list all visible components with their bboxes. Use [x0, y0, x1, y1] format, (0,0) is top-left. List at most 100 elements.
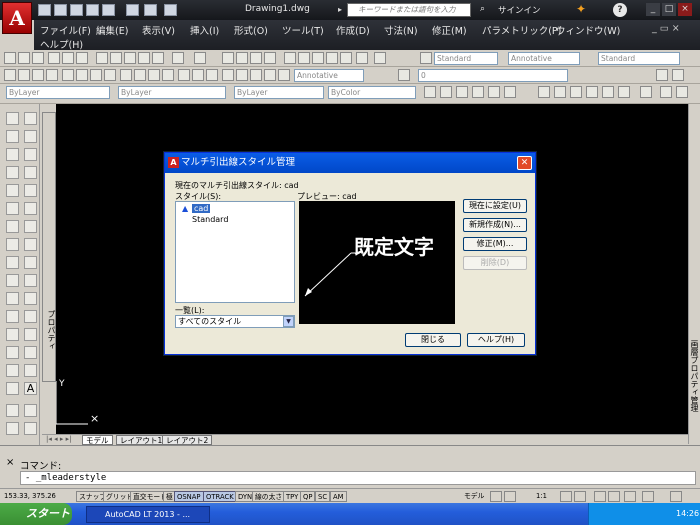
extend-icon[interactable] — [6, 292, 19, 305]
move-icon[interactable] — [424, 86, 436, 98]
properties-icon[interactable] — [284, 52, 296, 64]
block-editor-icon[interactable] — [152, 52, 164, 64]
text-icon[interactable]: A — [24, 382, 37, 395]
array-icon[interactable] — [6, 184, 19, 197]
isolate-objects-icon[interactable] — [642, 491, 654, 502]
snap-none-icon[interactable] — [640, 86, 652, 98]
trim-icon[interactable] — [104, 69, 116, 81]
mleader-style-icon[interactable] — [278, 69, 290, 81]
scale-icon[interactable] — [6, 238, 19, 251]
dim-style-combo[interactable]: Annotative — [508, 52, 580, 65]
break-icon[interactable] — [6, 310, 19, 323]
exchange-icon[interactable]: ✦ — [576, 2, 586, 16]
print-icon[interactable] — [126, 4, 139, 16]
markup-icon[interactable] — [340, 52, 352, 64]
lineweight-combo[interactable]: ByLayer — [234, 86, 324, 99]
tab-nav-arrows[interactable]: |◂ ◂ ▸ ▸| — [46, 435, 71, 443]
list-filter-select[interactable]: すべてのスタイル — [175, 315, 295, 328]
attribute-icon[interactable] — [24, 404, 37, 417]
copy-object-icon[interactable] — [440, 86, 452, 98]
mleader-align-icon[interactable] — [250, 69, 262, 81]
auto-scale-icon[interactable] — [574, 491, 586, 502]
move-icon[interactable] — [6, 202, 19, 215]
status-otrack[interactable]: OTRACK — [203, 491, 237, 502]
center-mark-icon[interactable] — [192, 69, 204, 81]
zoom-previous-icon[interactable] — [264, 52, 276, 64]
text-style-icon[interactable] — [24, 422, 37, 435]
menu-edit[interactable]: 編集(E) — [96, 23, 128, 37]
mleader-collect-icon[interactable] — [264, 69, 276, 81]
modify-style-button[interactable]: 修正(M)... — [463, 237, 527, 251]
color-combo[interactable]: ByLayer — [6, 86, 110, 99]
hatch-icon[interactable] — [24, 328, 37, 341]
join-icon[interactable] — [6, 328, 19, 341]
sheet-set-icon[interactable] — [326, 52, 338, 64]
menu-view[interactable]: 表示(V) — [142, 23, 175, 37]
application-menu-button[interactable]: A — [2, 2, 32, 34]
layer-combo[interactable]: 0 — [418, 69, 568, 82]
mirror-icon[interactable] — [6, 148, 19, 161]
rectangle-icon[interactable] — [24, 184, 37, 197]
plot-icon[interactable] — [102, 4, 115, 16]
mirror-icon[interactable] — [456, 86, 468, 98]
styles-list[interactable]: ▲ cad Standard — [175, 201, 295, 303]
status-lineweight[interactable]: 線の太さ — [252, 491, 286, 502]
point-icon[interactable] — [24, 310, 37, 323]
quick-select-icon[interactable] — [676, 86, 688, 98]
snap-insert-icon[interactable] — [618, 86, 630, 98]
dim-aligned-icon[interactable] — [134, 69, 146, 81]
lock-icon[interactable] — [608, 491, 620, 502]
match-properties-icon[interactable] — [138, 52, 150, 64]
offset-icon[interactable] — [472, 86, 484, 98]
construction-line-icon[interactable] — [24, 130, 37, 143]
zoom-window-icon[interactable] — [250, 52, 262, 64]
start-button[interactable]: スタート — [0, 503, 72, 525]
set-current-button[interactable]: 現在に設定(U) — [463, 199, 527, 213]
command-input[interactable]: - _mleaderstyle — [20, 471, 696, 485]
undo-icon[interactable] — [172, 52, 184, 64]
tab-layout1[interactable]: レイアウト1 — [116, 435, 167, 445]
rotate-icon[interactable] — [62, 69, 74, 81]
dialog-close-button[interactable]: ✕ — [517, 156, 532, 170]
clean-screen-icon[interactable] — [670, 491, 682, 502]
polygon-icon[interactable] — [24, 166, 37, 179]
doc-window-controls[interactable]: _ ▭ × — [652, 23, 680, 34]
trim-icon[interactable] — [6, 274, 19, 287]
annotation-visibility-icon[interactable] — [560, 491, 572, 502]
arc-icon[interactable] — [76, 69, 88, 81]
construction-line-icon[interactable] — [18, 69, 30, 81]
taskbar-autocad-item[interactable]: AutoCAD LT 2013 - ... — [86, 506, 210, 523]
hardware-acceleration-icon[interactable] — [624, 491, 636, 502]
snap-endpoint-icon[interactable] — [538, 86, 550, 98]
status-tpy[interactable]: TPY — [283, 491, 302, 502]
dim-linear-icon[interactable] — [120, 69, 132, 81]
erase-icon[interactable] — [504, 86, 516, 98]
design-center-icon[interactable] — [298, 52, 310, 64]
snap-perpendicular-icon[interactable] — [586, 86, 598, 98]
delete-style-button[interactable]: 削除(D) — [463, 256, 527, 270]
paste-icon[interactable] — [124, 52, 136, 64]
make-current-icon[interactable] — [672, 69, 684, 81]
line-icon[interactable] — [24, 112, 37, 125]
status-am[interactable]: AM — [330, 491, 347, 502]
menu-window[interactable]: ウィンドウ(W) — [556, 23, 620, 37]
minimize-button[interactable]: _ — [646, 3, 660, 16]
status-qp[interactable]: QP — [300, 491, 316, 502]
polygon-icon[interactable] — [46, 69, 58, 81]
new-style-button[interactable]: 新規作成(N)... — [463, 218, 527, 232]
search-input[interactable]: キーワードまたは語句を入力 — [347, 3, 471, 17]
chamfer-icon[interactable] — [6, 346, 19, 359]
mleader-icon[interactable] — [236, 69, 248, 81]
tolerance-icon[interactable] — [206, 69, 218, 81]
save-icon[interactable] — [70, 4, 83, 16]
status-model-label[interactable]: モデル — [462, 491, 486, 502]
plotstyle-combo[interactable]: ByColor — [328, 86, 416, 99]
layout2-icon[interactable] — [504, 491, 516, 502]
table-icon[interactable] — [24, 364, 37, 377]
layer-previous-icon[interactable] — [656, 69, 668, 81]
open-icon[interactable] — [54, 4, 67, 16]
linetype-combo[interactable]: ByLayer — [118, 86, 226, 99]
save-as-icon[interactable] — [86, 4, 99, 16]
menu-draw[interactable]: 作成(D) — [336, 23, 370, 37]
menu-help[interactable]: ヘルプ(H) — [40, 37, 83, 51]
